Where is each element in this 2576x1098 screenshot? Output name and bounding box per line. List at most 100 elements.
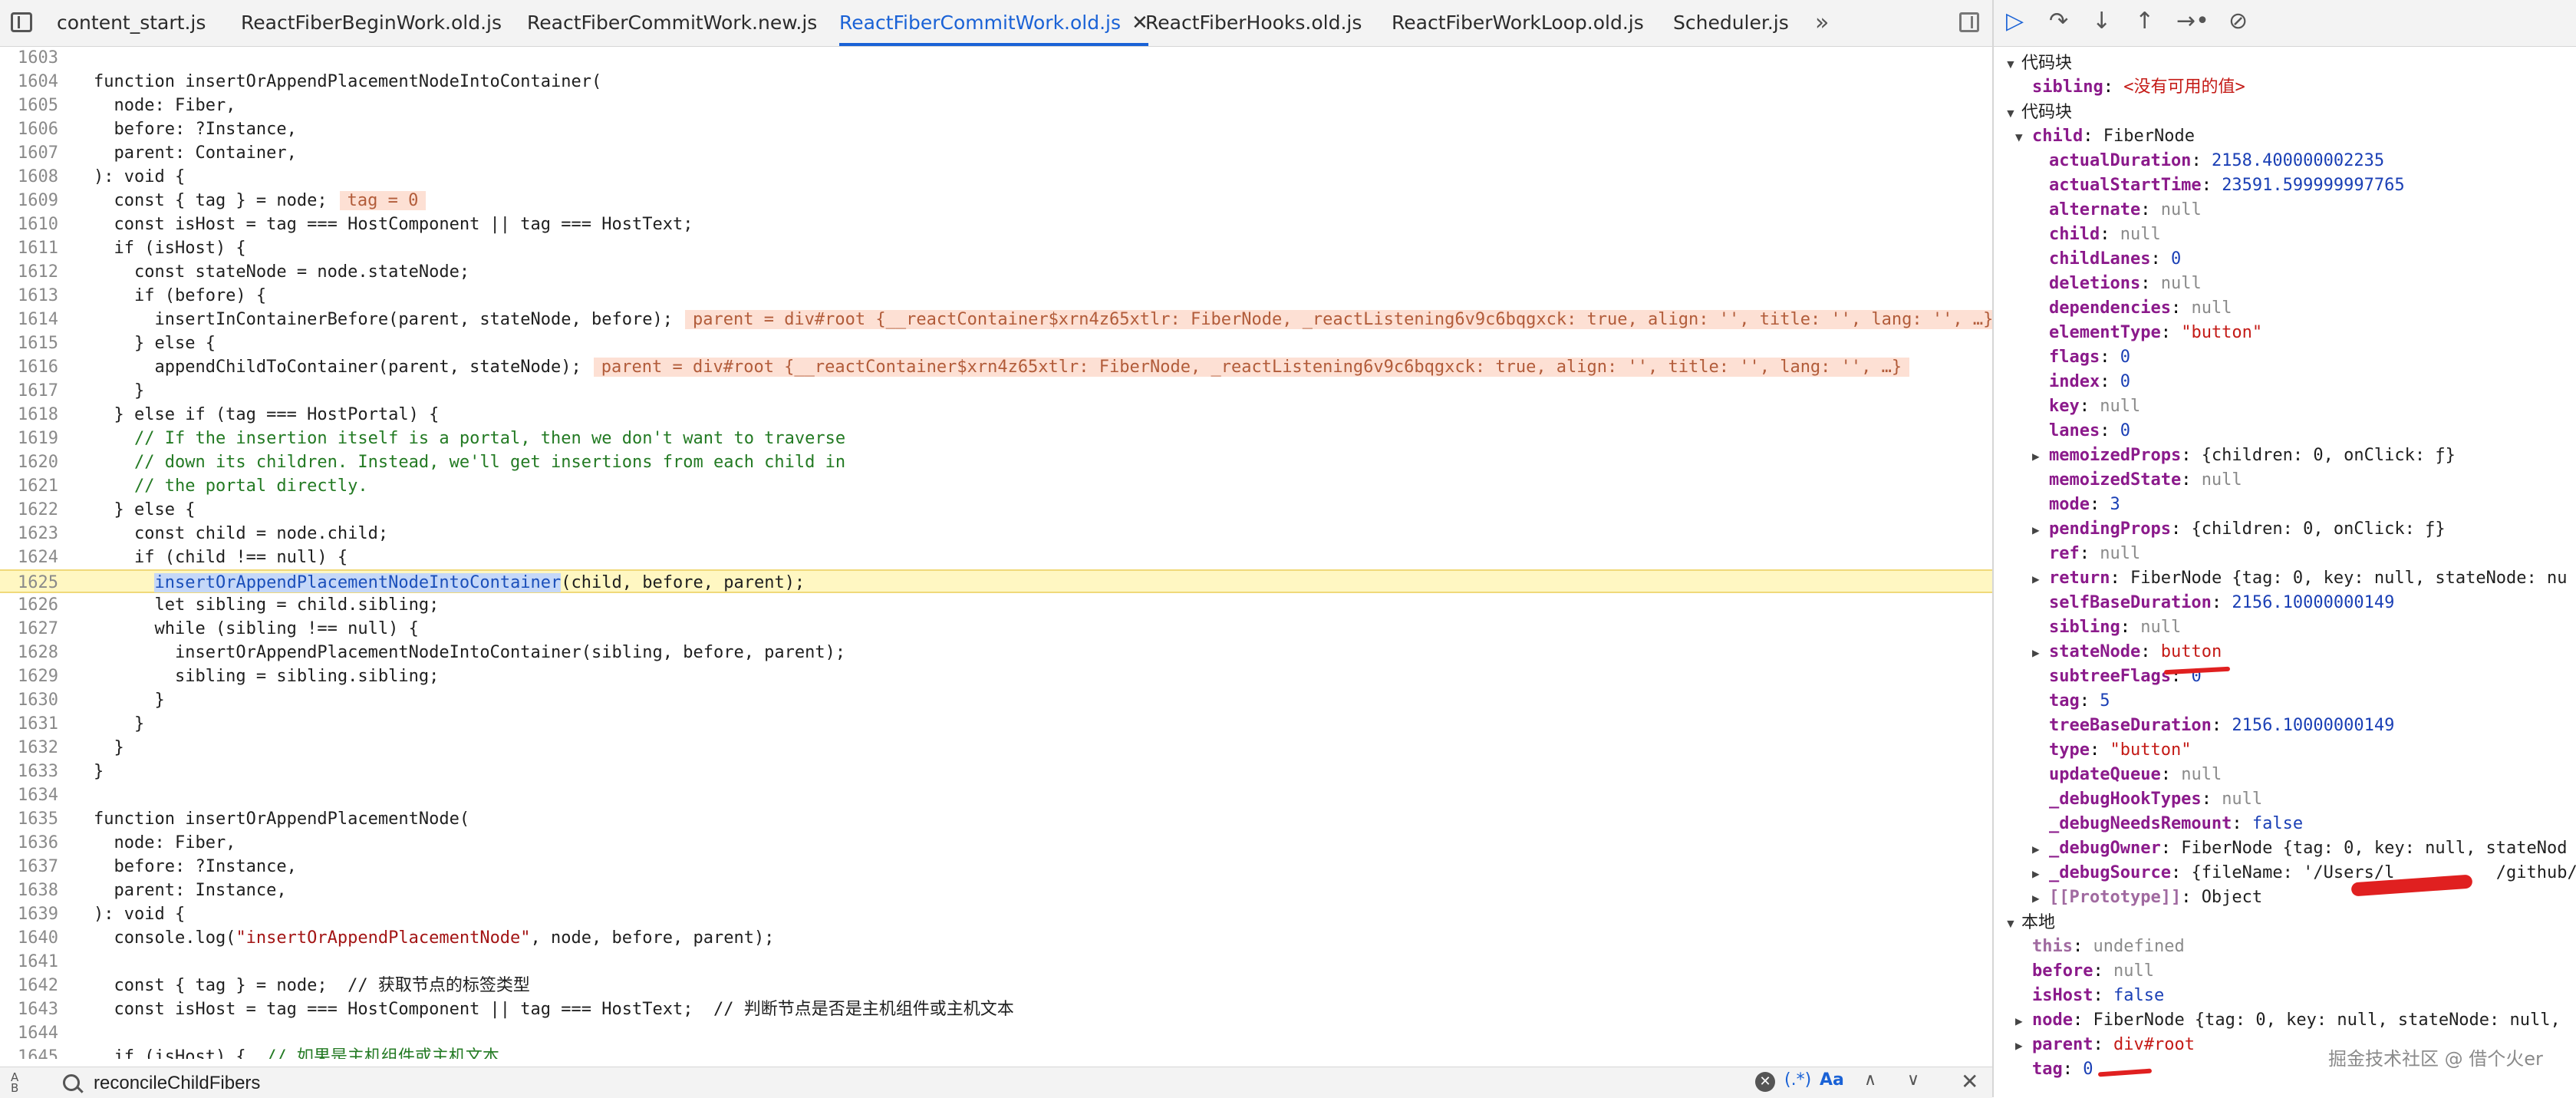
line-number[interactable]: 1611 <box>0 236 58 260</box>
scope-variable-row[interactable]: actualStartTime: 23591.599999997765 <box>2032 173 2405 198</box>
scope-variable-row[interactable]: subtreeFlags: 0 <box>2032 664 2202 689</box>
editor-tab[interactable]: ReactFiberBeginWork.old.js <box>241 0 502 46</box>
expand-triangle-icon[interactable]: ▼ <box>2015 125 2032 150</box>
line-number[interactable]: 1644 <box>0 1021 58 1045</box>
line-number[interactable]: 1626 <box>0 593 58 617</box>
scope-section-header[interactable]: ▼ 代码块 <box>2004 51 2072 75</box>
line-number[interactable]: 1620 <box>0 450 58 474</box>
scope-variable-row[interactable]: lanes: 0 <box>2032 419 2130 443</box>
toggle-debugger-icon[interactable] <box>1959 12 1979 32</box>
line-number[interactable]: 1608 <box>0 165 58 189</box>
line-number[interactable]: 1633 <box>0 760 58 783</box>
editor-tab[interactable]: ReactFiberCommitWork.old.js ✕ <box>839 0 1148 46</box>
scope-section-header[interactable]: ▼ 本地 <box>2004 910 2055 935</box>
next-match-icon[interactable]: ∨ <box>1907 1070 1919 1090</box>
expand-triangle-icon[interactable]: ▶ <box>2032 641 2049 665</box>
line-number[interactable]: 1636 <box>0 831 58 855</box>
line-number[interactable]: 1615 <box>0 331 58 355</box>
match-case-button[interactable]: Aa <box>1820 1070 1844 1090</box>
scope-variable-row[interactable]: _debugNeedsRemount: false <box>2032 812 2303 836</box>
expand-triangle-icon[interactable]: ▶ <box>2015 1034 2032 1058</box>
line-number[interactable]: 1641 <box>0 950 58 974</box>
line-number[interactable]: 1639 <box>0 902 58 926</box>
scope-variable-row[interactable]: updateQueue: null <box>2032 763 2222 787</box>
scope-variable-row[interactable]: treeBaseDuration: 2156.10000000149 <box>2032 714 2394 738</box>
scope-variable-row[interactable]: deletions: null <box>2032 272 2202 296</box>
scope-variable-row[interactable]: flags: 0 <box>2032 345 2130 370</box>
deactivate-breakpoints-icon[interactable]: ⊘ <box>2228 8 2248 35</box>
regex-toggle-button[interactable]: (.*) <box>1784 1070 1811 1090</box>
scope-variable-row[interactable]: memoizedState: null <box>2032 468 2242 493</box>
expand-triangle-icon[interactable]: ▶ <box>2032 444 2049 469</box>
line-number[interactable]: 1625 <box>0 571 58 595</box>
line-number[interactable]: 1635 <box>0 807 58 831</box>
line-number[interactable]: 1634 <box>0 783 58 807</box>
close-search-icon[interactable]: ✕ <box>1961 1069 1978 1094</box>
scope-variable-row[interactable]: index: 0 <box>2032 370 2130 394</box>
line-number[interactable]: 1628 <box>0 641 58 664</box>
scope-variable-row[interactable]: alternate: null <box>2032 198 2202 223</box>
scope-variable-row[interactable]: ▶ _debugSource: {fileName: '/Users/l /git… <box>2032 861 2576 885</box>
line-number[interactable]: 1606 <box>0 117 58 141</box>
line-number[interactable]: 1618 <box>0 403 58 427</box>
scope-variable-row[interactable]: ▶ parent: div#root <box>2015 1033 2195 1057</box>
scope-variable-row[interactable]: ▶ [[Prototype]]: Object <box>2032 885 2262 910</box>
scope-variable-row[interactable]: dependencies: null <box>2032 296 2232 321</box>
scope-variable-row[interactable]: selfBaseDuration: 2156.10000000149 <box>2032 591 2394 615</box>
editor-tab[interactable]: Scheduler.js <box>1673 0 1789 46</box>
expand-triangle-icon[interactable]: ▶ <box>2032 862 2049 886</box>
line-number[interactable]: 1603 <box>0 46 58 70</box>
line-number[interactable]: 1605 <box>0 94 58 117</box>
scope-variable-row[interactable]: ▶ memoizedProps: {children: 0, onClick: ƒ… <box>2032 443 2456 468</box>
expand-triangle-icon[interactable]: ▶ <box>2015 1009 2032 1034</box>
editor-tab[interactable]: ReactFiberCommitWork.new.js <box>527 0 817 46</box>
scope-variable-row[interactable]: before: null <box>2015 959 2154 984</box>
scope-variable-row[interactable]: sibling: <没有可用的值> <box>2015 75 2245 100</box>
scope-variable-row[interactable]: tag: 0 <box>2015 1057 2093 1082</box>
scope-variable-row[interactable]: key: null <box>2032 394 2140 419</box>
scope-variable-row[interactable]: type: "button" <box>2032 738 2191 763</box>
search-input[interactable] <box>92 1070 1629 1096</box>
line-number[interactable]: 1621 <box>0 474 58 498</box>
line-number[interactable]: 1627 <box>0 617 58 641</box>
previous-match-icon[interactable]: ∧ <box>1864 1070 1876 1090</box>
scope-variable-row[interactable]: childLanes: 0 <box>2032 247 2181 272</box>
line-number[interactable]: 1623 <box>0 522 58 546</box>
expand-triangle-icon[interactable]: ▶ <box>2032 837 2049 862</box>
line-number[interactable]: 1632 <box>0 736 58 760</box>
scope-variable-row[interactable]: this: undefined <box>2015 935 2185 959</box>
line-number[interactable]: 1604 <box>0 70 58 94</box>
line-number[interactable]: 1614 <box>0 308 58 331</box>
scope-variable-row[interactable]: ▼ child: FiberNode <box>2015 124 2195 149</box>
line-number[interactable]: 1622 <box>0 498 58 522</box>
scope-variable-row[interactable]: mode: 3 <box>2032 493 2120 517</box>
scope-variable-row[interactable]: actualDuration: 2158.400000002235 <box>2032 149 2384 173</box>
line-number[interactable]: 1640 <box>0 926 58 950</box>
line-number[interactable]: 1612 <box>0 260 58 284</box>
line-number[interactable]: 1609 <box>0 189 58 213</box>
scope-variable-row[interactable]: ▶ stateNode: button <box>2032 640 2222 664</box>
line-number[interactable]: 1630 <box>0 688 58 712</box>
line-number[interactable]: 1619 <box>0 427 58 450</box>
expand-triangle-icon[interactable]: ▼ <box>2004 53 2021 77</box>
line-number[interactable]: 1617 <box>0 379 58 403</box>
clear-search-icon[interactable]: ✕ <box>1755 1072 1775 1092</box>
scope-variable-row[interactable]: ▶ _debugOwner: FiberNode {tag: 0, key: nu… <box>2032 836 2568 861</box>
search-mode-icon[interactable]: A B <box>11 1072 18 1094</box>
step-over-icon[interactable]: ↷ <box>2049 8 2068 35</box>
editor-tab[interactable]: content_start.js <box>57 0 206 46</box>
line-number[interactable]: 1613 <box>0 284 58 308</box>
scope-section-header[interactable]: ▼ 代码块 <box>2004 100 2072 124</box>
line-number[interactable]: 1642 <box>0 974 58 997</box>
resume-icon[interactable]: ▷ <box>2006 8 2024 35</box>
expand-triangle-icon[interactable]: ▼ <box>2004 102 2021 127</box>
code-view[interactable]: 1603 1604 function insertOrAppendPlacement… <box>0 46 1992 1059</box>
scope-variable-row[interactable]: elementType: "button" <box>2032 321 2262 345</box>
line-number[interactable]: 1629 <box>0 664 58 688</box>
step-into-icon[interactable]: ↓ <box>2092 8 2111 35</box>
toggle-sidebar-icon[interactable] <box>11 12 32 32</box>
scope-variable-row[interactable]: ▶ node: FiberNode {tag: 0, key: null, sta… <box>2015 1008 2561 1033</box>
line-number[interactable]: 1616 <box>0 355 58 379</box>
line-number[interactable]: 1631 <box>0 712 58 736</box>
line-number[interactable]: 1607 <box>0 141 58 165</box>
